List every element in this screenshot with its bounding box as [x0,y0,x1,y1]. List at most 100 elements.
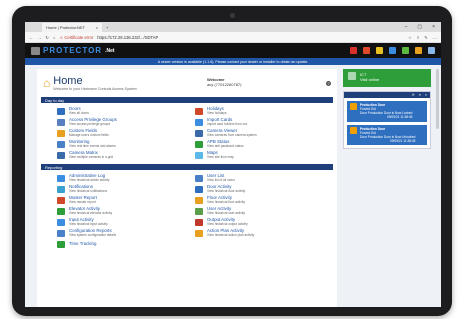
header-tool-icon[interactable] [363,47,370,54]
favorite-icon[interactable]: ☆ [408,35,412,40]
content-area: ⌂ Home Welcome to your Hartmann Controls… [25,65,441,307]
help-icon[interactable]: ? [326,81,331,86]
menu-item-administrative-log[interactable]: Administrative Log View historical admin … [57,173,185,184]
apb-status-icon [195,141,203,148]
notes-icon[interactable]: ✎ [424,35,428,40]
camera-viewer-icon [195,130,203,137]
refresh-panel-icon[interactable]: ⟳ [412,93,415,97]
side-panel: ICT Visit online ⟳ ≡ × Production Door Fo… [343,69,431,150]
alert-card[interactable]: Production Door Forced Out Door Production… [347,101,427,122]
tab-title: Home | Protector.NET [46,24,86,30]
menu-item-desc: View historical door activity [207,189,246,194]
menu-item-desc: View historical action plan activity [207,233,255,238]
certificate-warning[interactable]: ⚠ Certificate error [59,35,93,40]
menu-item-input-activity[interactable]: Input Activity View historical input acti… [57,217,185,228]
menu-item-user-list[interactable]: User List View list of all users [195,173,323,184]
page-scrollbar[interactable] [436,69,439,129]
access-privilege-groups-icon [57,119,65,126]
logo-suffix: .Net [105,47,115,54]
menu-item-floor-activity[interactable]: Floor Activity View historical floor acti… [195,195,323,206]
menu-item-camera-matrix[interactable]: Camera Matrix View multiple cameras in a … [57,150,185,161]
header-tool-icon[interactable] [415,47,422,54]
page-subtitle: Welcome to your Hartmann Controls Access… [53,87,137,91]
ict-link[interactable]: Visit online [360,77,379,82]
header-tool-icon[interactable] [402,47,409,54]
more-icon[interactable]: … [433,35,437,40]
menu-panel-icon[interactable]: ≡ [419,93,421,97]
header-icons [350,47,435,54]
header-tool-icon[interactable] [389,47,396,54]
menu-item-custom-fields[interactable]: Custom Fields Manage users custom fields [57,128,185,139]
menu-item-user-activity[interactable]: User Activity View historical user activi… [195,206,323,217]
menu-item-elevator-activity[interactable]: Elevator Activity View historical elevato… [57,206,185,217]
header-tool-icon[interactable] [350,47,357,54]
events-panel-header: ⟳ ≡ × [344,92,430,98]
minimize-button[interactable]: – [405,24,408,30]
alert-card[interactable]: Production Door Forced Out Door Production… [347,124,427,146]
menu-item-desc: View historical notifications [69,189,108,194]
menu-item-door-activity[interactable]: Door Activity View historical door activi… [195,184,323,195]
url-field[interactable]: https://172.28.136.232/.../SDTAP [97,35,404,40]
forward-icon[interactable]: → [37,35,41,40]
menu-item-muster-report[interactable]: Muster Report View muster report [57,195,185,206]
input-activity-icon [57,219,65,226]
camera-matrix-icon [57,152,65,159]
menu-item-holidays[interactable]: Holidays View holidays [195,106,323,117]
menu-item-import-cards[interactable]: Import Cards Import card holders from csv [195,117,323,128]
close-panel-icon[interactable]: × [425,93,427,97]
menu-item-desc: View multiple cameras in a grid [69,155,114,160]
browser-tab[interactable]: Home | Protector.NET × [42,22,102,32]
menu-item-configuration-reports[interactable]: Configuration Reports View system configu… [57,228,185,239]
maps-icon [195,152,203,159]
menu-item-action-plan-activity[interactable]: Action Plan Activity View historical acti… [195,228,323,239]
close-window-button[interactable]: × [432,24,435,30]
custom-fields-icon [57,130,65,137]
home-icon: ⌂ [43,76,51,90]
tab-close-icon[interactable]: × [96,25,98,30]
protector-logo[interactable]: PROTECTOR .Net [31,46,115,55]
menu-item-desc: Import card holders from csv [207,122,248,127]
menu-item-desc: View holidays [207,111,227,116]
elevator-activity-icon [57,208,65,215]
app-header: PROTECTOR .Net [25,43,441,58]
menu-item-output-activity[interactable]: Output Activity View historical output ac… [195,217,323,228]
menu-item-desc: View list of all users [207,178,235,183]
menu-item-desc: View historical input activity [69,222,108,227]
menu-item-doors[interactable]: Doors View all doors [57,106,185,117]
menu-item-desc: View historical output activity [207,222,248,227]
maximize-button[interactable]: ▢ [417,24,422,30]
camera-dot [230,13,235,18]
menu-item-access-privilege-groups[interactable]: Access Privilege Groups View access privi… [57,117,185,128]
new-tab-button[interactable]: + [106,25,108,30]
menu-item-maps[interactable]: Maps View site floor map [195,150,323,161]
refresh-icon[interactable]: ↻ [45,35,49,40]
header-tool-icon[interactable] [376,47,383,54]
user-activity-icon [195,208,203,215]
import-cards-icon [195,119,203,126]
holidays-icon [195,108,203,115]
doors-icon [57,108,65,115]
home-nav-icon[interactable]: ⌂ [53,35,56,40]
hub-icon[interactable]: ≡ [417,35,419,40]
floor-activity-icon [195,197,203,204]
ict-card[interactable]: ICT Visit online [343,69,431,87]
section-grid: Administrative Log View historical admin … [37,170,337,253]
menu-item-camera-viewer[interactable]: Camera Viewer View cameras from camera sy… [195,128,323,139]
monitoring-icon [57,141,65,148]
menu-item-desc: View all doors [69,111,89,116]
menu-item-notifications[interactable]: Notifications View historical notificatio… [57,184,185,195]
menu-item-title[interactable]: Time Tracking [69,241,96,247]
main-panel: ⌂ Home Welcome to your Hartmann Controls… [37,69,337,307]
menu-item-desc: View anti passback status [207,144,244,149]
header-tool-icon[interactable] [428,47,435,54]
back-icon[interactable]: ← [29,35,33,40]
menu-item-apb-status[interactable]: APB Status View anti passback status [195,139,323,150]
logo-text: PROTECTOR [43,46,103,55]
menu-item-time-tracking[interactable]: Time Tracking [57,239,185,250]
alert-timestamp: 09/05/21 11:38:45 [386,115,413,120]
menu-item-monitoring[interactable]: Monitoring View real time events and alar… [57,139,185,150]
welcome-user: acy (77012260787) [207,82,242,87]
menu-item-desc: View access privilege groups [69,122,111,127]
menu-item-desc: View historical floor activity [207,200,246,205]
configuration-reports-icon [57,230,65,237]
